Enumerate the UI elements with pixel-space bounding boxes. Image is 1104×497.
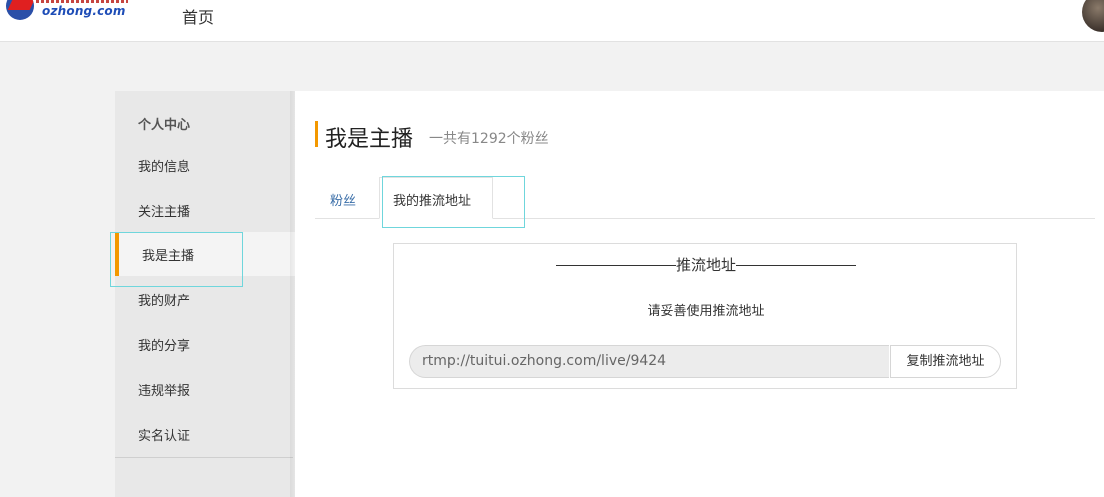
sidebar-item-label: 违规举报	[138, 384, 191, 399]
push-url-panel: 推流地址 请妥善使用推流地址 rtmp://tuitui.ozhong.com/…	[393, 243, 1017, 389]
heading-rule-left	[555, 265, 676, 266]
fan-count-text: 一共有1292个粉丝	[429, 131, 549, 147]
sidebar-item-my-shares[interactable]: 我的分享	[115, 322, 295, 366]
logo-text: ozhong.com	[42, 4, 126, 18]
site-logo[interactable]: ozhong.com	[0, 0, 140, 30]
sidebar-item-label: 我的分享	[138, 339, 191, 354]
push-url-field[interactable]: rtmp://tuitui.ozhong.com/live/9424	[409, 345, 889, 378]
main-content: 我是主播 一共有1292个粉丝 粉丝 我的推流地址 推流地址 请妥善使用推流地址…	[295, 91, 1104, 497]
sidebar-item-my-assets[interactable]: 我的财产	[115, 277, 295, 321]
page-title: 我是主播	[325, 127, 414, 152]
top-header: ozhong.com 首页	[0, 0, 1104, 42]
sidebar-item-label: 实名认证	[138, 429, 191, 444]
heading-rule-right	[736, 265, 856, 266]
sidebar-item-label: 我的信息	[138, 160, 191, 175]
tab-fans[interactable]: 粉丝	[330, 190, 356, 209]
panel-heading-text: 推流地址	[675, 256, 736, 274]
nav-home-link[interactable]: 首页	[182, 4, 214, 28]
logo-company-name	[36, 0, 128, 3]
sidebar: 个人中心 我的信息 关注主播 我是主播 我的财产 我的分享 违规举报 实名认证	[115, 91, 295, 497]
panel-tip: 请妥善使用推流地址	[647, 304, 765, 319]
sidebar-item-i-am-anchor[interactable]: 我是主播	[115, 232, 295, 276]
tab-push-url[interactable]: 我的推流地址	[379, 177, 493, 219]
sidebar-item-real-name-auth[interactable]: 实名认证	[115, 412, 295, 456]
sidebar-item-my-info[interactable]: 我的信息	[115, 143, 295, 187]
logo-icon	[6, 0, 34, 20]
user-avatar[interactable]	[1082, 0, 1104, 32]
sidebar-item-label: 我的财产	[138, 294, 191, 309]
sidebar-title: 个人中心	[138, 118, 191, 133]
sidebar-item-label: 关注主播	[138, 205, 191, 220]
sidebar-divider	[115, 457, 293, 458]
sidebar-item-followed-anchors[interactable]: 关注主播	[115, 188, 295, 232]
tab-label: 我的推流地址	[393, 194, 472, 209]
title-accent-bar	[315, 121, 318, 147]
copy-push-url-button[interactable]: 复制推流地址	[890, 345, 1001, 378]
sidebar-item-report-violation[interactable]: 违规举报	[115, 367, 295, 411]
sidebar-item-label: 我是主播	[142, 249, 195, 264]
panel-heading: 推流地址	[394, 254, 1018, 275]
